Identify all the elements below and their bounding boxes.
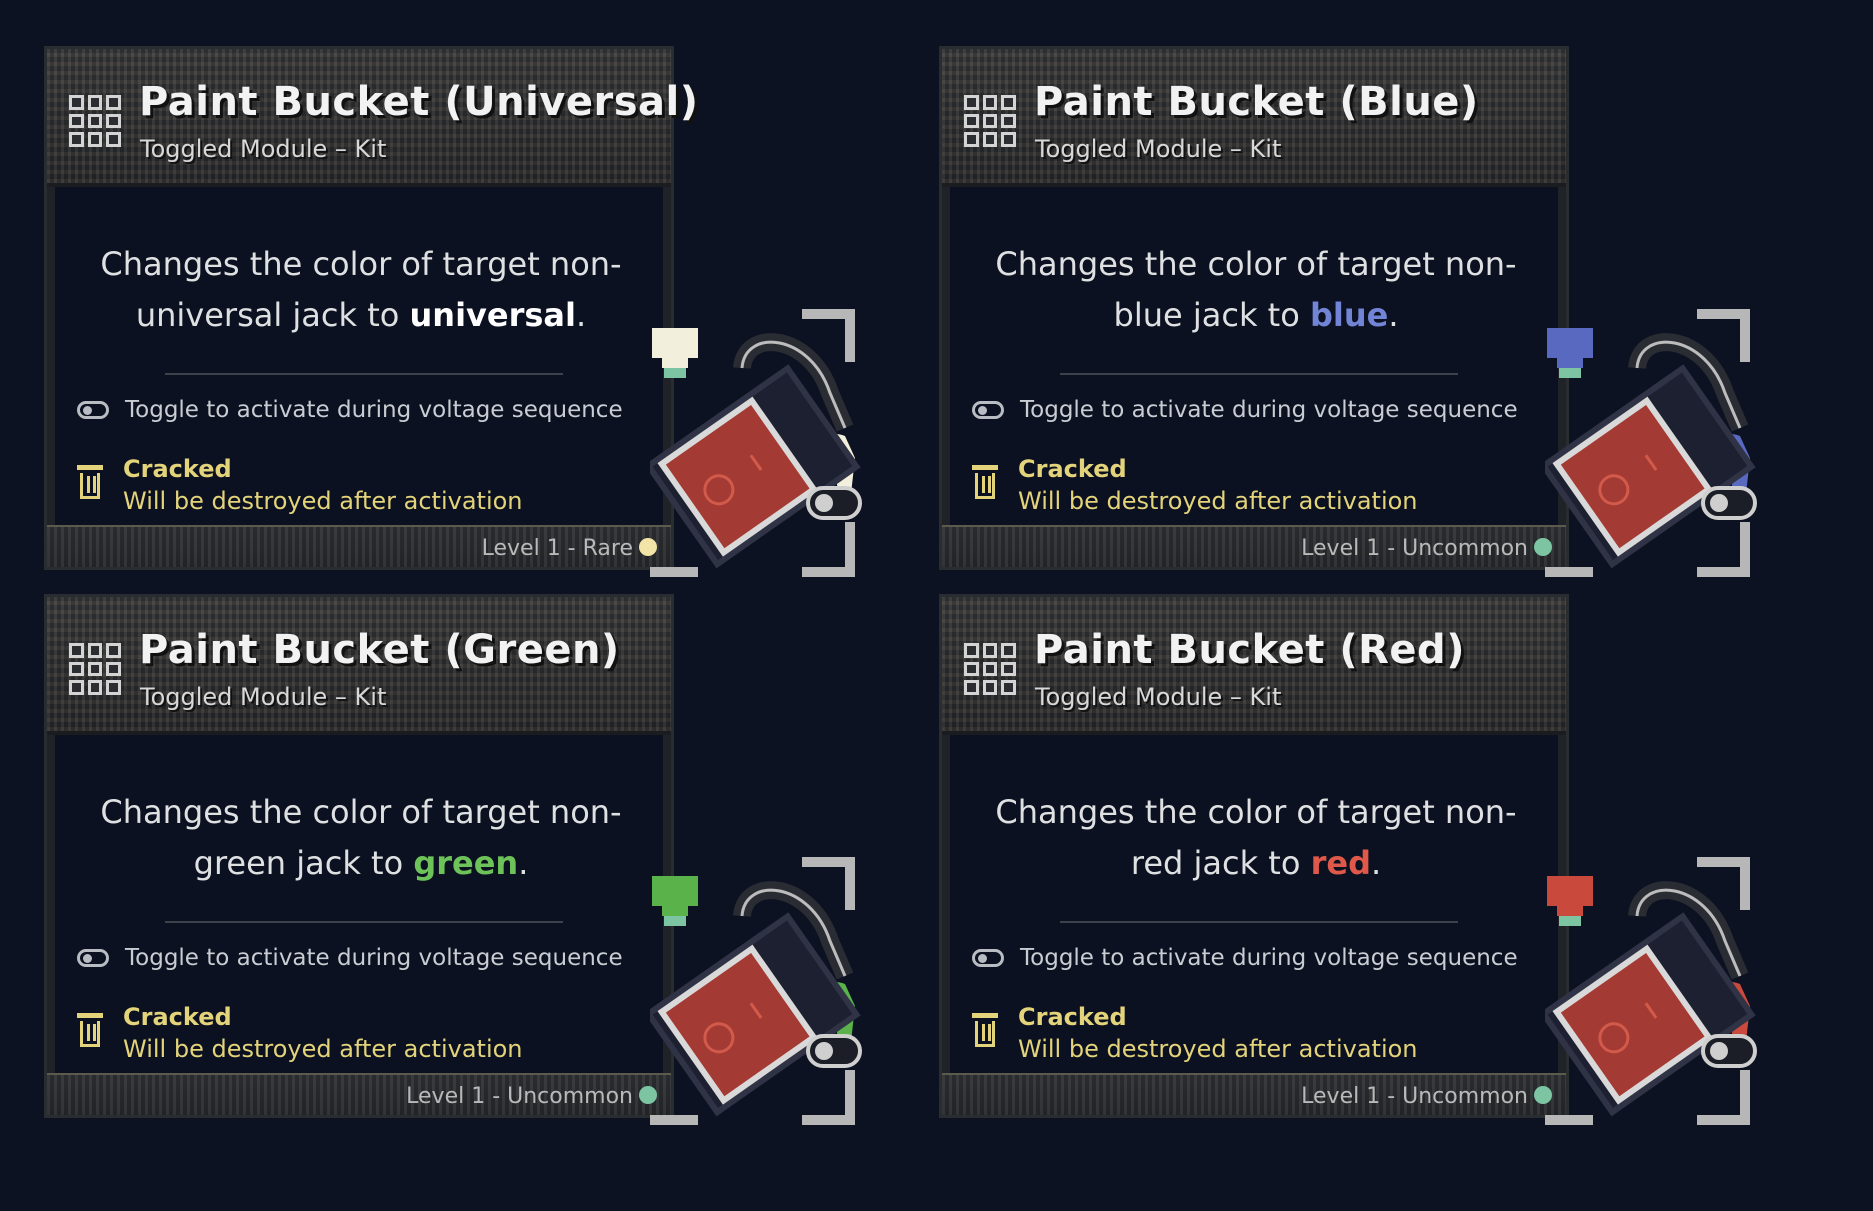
- desc-line-2: red jack to: [1130, 844, 1311, 882]
- divider: [1060, 373, 1458, 375]
- module-card[interactable]: Paint Bucket (Red) Toggled Module – Kit …: [939, 594, 1569, 1118]
- desc-line-2: universal jack to: [135, 296, 410, 334]
- card-footer: Level 1 - Uncommon: [942, 525, 1566, 567]
- paint-bucket-icon[interactable]: [1545, 308, 1825, 578]
- card-blue[interactable]: Paint Bucket (Blue) Toggled Module – Kit…: [939, 46, 1819, 606]
- cracked-text: Will be destroyed after activation: [123, 1035, 523, 1063]
- level-label: Level 1 - Uncommon: [1301, 536, 1528, 561]
- paint-bucket-icon[interactable]: [650, 308, 930, 578]
- cracked-text: Will be destroyed after activation: [1018, 1035, 1418, 1063]
- card-universal[interactable]: Paint Bucket (Universal) Toggled Module …: [44, 46, 924, 606]
- divider: [165, 373, 563, 375]
- card-header: Paint Bucket (Universal) Toggled Module …: [47, 49, 698, 187]
- cracked-title: Cracked: [1018, 1003, 1127, 1031]
- card-green[interactable]: Paint Bucket (Green) Toggled Module – Ki…: [44, 594, 924, 1154]
- card-footer: Level 1 - Uncommon: [942, 1073, 1566, 1115]
- card-title: Paint Bucket (Blue): [1034, 79, 1479, 125]
- toggle-switch-icon: [1701, 1034, 1757, 1068]
- trash-icon: [77, 1013, 103, 1047]
- paint-bucket-icon[interactable]: [650, 856, 930, 1126]
- trash-icon: [972, 465, 998, 499]
- desc-line-1: Changes the color of target non-: [100, 245, 622, 283]
- toggle-text: Toggle to activate during voltage sequen…: [125, 945, 623, 971]
- divider: [1060, 921, 1458, 923]
- cracked-title: Cracked: [123, 1003, 232, 1031]
- card-description: Changes the color of target non- univers…: [87, 239, 635, 341]
- card-description: Changes the color of target non- green j…: [87, 787, 635, 889]
- card-subtitle: Toggled Module – Kit: [140, 683, 387, 711]
- cracked-title: Cracked: [1018, 455, 1127, 483]
- cracked-status: Cracked Will be destroyed after activati…: [77, 1001, 523, 1065]
- module-card[interactable]: Paint Bucket (Blue) Toggled Module – Kit…: [939, 46, 1569, 570]
- trash-icon: [77, 465, 103, 499]
- card-subtitle: Toggled Module – Kit: [140, 135, 387, 163]
- desc-end: .: [1388, 296, 1399, 334]
- desc-line-1: Changes the color of target non-: [995, 793, 1517, 831]
- toggle-icon: [972, 401, 1004, 419]
- desc-end: .: [575, 296, 587, 334]
- level-label: Level 1 - Uncommon: [406, 1084, 633, 1109]
- paint-bucket-icon[interactable]: [1545, 856, 1825, 1126]
- desc-line-2: green jack to: [193, 844, 414, 882]
- card-header: Paint Bucket (Green) Toggled Module – Ki…: [47, 597, 671, 735]
- card-red[interactable]: Paint Bucket (Red) Toggled Module – Kit …: [939, 594, 1819, 1154]
- card-title: Paint Bucket (Red): [1034, 627, 1465, 673]
- module-grid-icon: [964, 95, 1016, 147]
- cracked-title: Cracked: [123, 455, 232, 483]
- toggle-icon: [77, 401, 109, 419]
- toggle-row: Toggle to activate during voltage sequen…: [972, 395, 1518, 425]
- toggle-icon: [972, 949, 1004, 967]
- card-title: Paint Bucket (Green): [139, 627, 620, 673]
- module-grid-icon: [69, 643, 121, 695]
- card-subtitle: Toggled Module – Kit: [1035, 135, 1282, 163]
- desc-color-word: red: [1310, 844, 1371, 882]
- level-label: Level 1 - Uncommon: [1301, 1084, 1528, 1109]
- desc-end: .: [518, 844, 529, 882]
- toggle-text: Toggle to activate during voltage sequen…: [125, 397, 623, 423]
- toggle-text: Toggle to activate during voltage sequen…: [1020, 945, 1518, 971]
- cracked-status: Cracked Will be destroyed after activati…: [972, 1001, 1418, 1065]
- cracked-text: Will be destroyed after activation: [123, 487, 523, 515]
- brush-icon: [1547, 876, 1593, 926]
- card-title: Paint Bucket (Universal): [139, 79, 699, 125]
- cracked-text: Will be destroyed after activation: [1018, 487, 1418, 515]
- toggle-switch-icon: [806, 1034, 862, 1068]
- brush-icon: [652, 876, 698, 926]
- cracked-status: Cracked Will be destroyed after activati…: [77, 453, 523, 517]
- module-card[interactable]: Paint Bucket (Universal) Toggled Module …: [44, 46, 698, 570]
- module-grid-icon: [964, 643, 1016, 695]
- brush-icon: [1547, 328, 1593, 378]
- toggle-text: Toggle to activate during voltage sequen…: [1020, 397, 1518, 423]
- card-description: Changes the color of target non- blue ja…: [982, 239, 1530, 341]
- card-grid: Paint Bucket (Universal) Toggled Module …: [0, 0, 1873, 1211]
- card-description: Changes the color of target non- red jac…: [982, 787, 1530, 889]
- desc-line-2: blue jack to: [1113, 296, 1310, 334]
- cracked-status: Cracked Will be destroyed after activati…: [972, 453, 1418, 517]
- brush-icon: [652, 328, 698, 378]
- level-label: Level 1 - Rare: [481, 536, 633, 561]
- card-footer: Level 1 - Rare: [47, 525, 671, 567]
- card-header: Paint Bucket (Red) Toggled Module – Kit: [942, 597, 1566, 735]
- toggle-switch-icon: [806, 486, 862, 520]
- toggle-row: Toggle to activate during voltage sequen…: [77, 395, 623, 425]
- card-subtitle: Toggled Module – Kit: [1035, 683, 1282, 711]
- desc-line-1: Changes the color of target non-: [995, 245, 1517, 283]
- desc-color-word: green: [413, 844, 519, 882]
- toggle-icon: [77, 949, 109, 967]
- toggle-row: Toggle to activate during voltage sequen…: [972, 943, 1518, 973]
- module-grid-icon: [69, 95, 121, 147]
- desc-color-word: universal: [409, 296, 576, 334]
- module-card[interactable]: Paint Bucket (Green) Toggled Module – Ki…: [44, 594, 674, 1118]
- toggle-switch-icon: [1701, 486, 1757, 520]
- card-header: Paint Bucket (Blue) Toggled Module – Kit: [942, 49, 1566, 187]
- toggle-row: Toggle to activate during voltage sequen…: [77, 943, 623, 973]
- desc-end: .: [1370, 844, 1382, 882]
- card-footer: Level 1 - Uncommon: [47, 1073, 671, 1115]
- trash-icon: [972, 1013, 998, 1047]
- desc-color-word: blue: [1309, 296, 1389, 334]
- divider: [165, 921, 563, 923]
- desc-line-1: Changes the color of target non-: [100, 793, 622, 831]
